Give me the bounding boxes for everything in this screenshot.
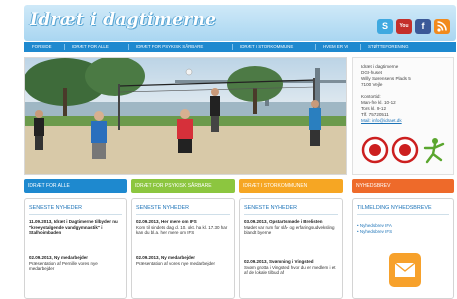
nav-item-forside[interactable]: FORSIDE	[30, 42, 54, 52]
nav-item-storkommune[interactable]: IDRÆT I STORKOMMUNE	[238, 42, 295, 52]
contact-address-line: Willy Sørensens Plads 5	[361, 76, 411, 81]
partner-logos	[361, 136, 445, 164]
section-bar-nyhedsbrev[interactable]: NYHEDSBREV	[352, 179, 454, 193]
skype-icon[interactable]: S	[377, 19, 393, 34]
contact-hours: Tors kl. 9-12	[361, 106, 387, 111]
hero-photo	[24, 57, 347, 175]
news-headline: 03.09.2013, Opstartsmøde i Brelisten	[244, 219, 323, 224]
news-headline: 02.09.2013, Her mere om IFS	[136, 219, 197, 224]
contact-org-name: Idræt i dagtimerne	[361, 64, 399, 69]
nav-item-hvem-er-vi[interactable]: HVEM ER VI	[321, 42, 350, 52]
site-logo[interactable]: Idræt i dagtimerne	[30, 10, 216, 30]
nav-item-idraet-for-alle[interactable]: IDRÆT FOR ALLE	[70, 42, 111, 52]
news-column-title: SENESTE NYHEDER	[136, 205, 190, 211]
contact-phone: Tlf. 75720511	[361, 112, 389, 117]
contact-hours-label: Kontortid:	[361, 94, 381, 99]
nav-item-stoetteforening[interactable]: STØTTEFORENING	[366, 42, 411, 52]
news-headline: 02.09.2013, Ny medarbejder	[29, 255, 89, 260]
facebook-icon[interactable]: f	[415, 19, 431, 34]
news-summary: Kom til sindets dag d. 10. okt. ha kl. 1…	[136, 224, 228, 236]
divider	[357, 214, 449, 215]
nav-divider	[360, 44, 361, 50]
section-bar-psykisk-saarbare[interactable]: IDRÆT FOR PSYKISK SÅRBARE	[131, 179, 235, 193]
site-header: Idræt i dagtimerne S You f	[24, 5, 456, 41]
news-headline: 02.09.2013, Svømning i Vingsted	[244, 259, 314, 264]
envelope-icon[interactable]	[387, 249, 423, 289]
divider	[244, 214, 338, 215]
newsletter-link-ifa[interactable]: • Nyhedsbrev IFA	[357, 223, 392, 228]
contact-hours: Man-fre kl. 10-12	[361, 100, 396, 105]
newsletter-title: TILMELDING NYHEDSBREVE	[357, 205, 432, 211]
contact-email-link[interactable]: Mail: info@idraet.dk	[361, 118, 402, 123]
newsletter-link-list: • Nyhedsbrev IFA • Nyhedsbrev IFS	[357, 223, 449, 234]
newsletter-link-ifs[interactable]: • Nyhedsbrev IFS	[357, 229, 392, 234]
contact-address-line: DGI-huset	[361, 70, 382, 75]
news-item[interactable]: 11.09.2013, Idræt i Dagtimerne tilbyder …	[29, 219, 122, 236]
news-item[interactable]: 02.09.2013, Her mere om IFS Kom til sind…	[136, 219, 230, 236]
contact-box: Idræt i dagtimerne DGI-huset Willy Søren…	[352, 57, 454, 175]
news-column-psykisk-saarbare: SENESTE NYHEDER 02.09.2013, Her mere om …	[131, 198, 235, 299]
news-item[interactable]: 02.09.2013, Svømning i Vingsted Svøm gro…	[244, 259, 338, 276]
news-summary: Præsentation af Pernille vores nye medar…	[29, 260, 98, 272]
news-column-title: SENESTE NYHEDER	[29, 205, 83, 211]
news-summary: Svøm grotta i Vingsted hvor du er medlem…	[244, 264, 336, 276]
section-bar-idraet-for-alle[interactable]: IDRÆT FOR ALLE	[24, 179, 127, 193]
nav-divider	[128, 44, 129, 50]
news-headline: 11.09.2013, Idræt i Dagtimerne tilbyder …	[29, 219, 118, 236]
runner-logo-icon	[423, 138, 445, 164]
news-item[interactable]: 02.09.2013, Ny medarbejder Præsentation …	[136, 255, 230, 266]
news-item[interactable]: 03.09.2013, Opstartsmøde i Brelisten Mød…	[244, 219, 338, 236]
divider	[29, 214, 122, 215]
rss-glyph	[437, 21, 447, 32]
news-column-title: SENESTE NYHEDER	[244, 205, 298, 211]
news-column-storkommunen: SENESTE NYHEDER 03.09.2013, Opstartsmøde…	[239, 198, 343, 299]
news-summary: Præsentation af vores nye medarbejder	[136, 260, 216, 266]
newsletter-column: TILMELDING NYHEDSBREVE • Nyhedsbrev IFA …	[352, 198, 454, 299]
nav-item-psykisk-saarbare[interactable]: IDRÆT FOR PSYKISK SÅRBARE	[134, 42, 205, 52]
main-nav: FORSIDE IDRÆT FOR ALLE IDRÆT FOR PSYKISK…	[24, 42, 456, 52]
nav-divider	[232, 44, 233, 50]
news-headline: 02.09.2013, Ny medarbejder	[136, 255, 196, 260]
beach-volleyball-image	[25, 58, 346, 174]
rss-icon[interactable]	[434, 19, 450, 34]
volleyball	[185, 68, 193, 76]
page: Idræt i dagtimerne S You f FORSIDE IDRÆT…	[0, 0, 457, 299]
section-bar-storkommunen[interactable]: IDRÆT I STORKOMMUNEN	[239, 179, 343, 193]
nav-divider	[315, 44, 316, 50]
divider	[136, 214, 230, 215]
news-summary: Mødet var rum for slå- og erfaringsudvek…	[244, 224, 335, 236]
nav-divider	[64, 44, 65, 50]
news-item[interactable]: 02.09.2013, Ny medarbejder Præsentation …	[29, 255, 122, 272]
youtube-icon[interactable]: You	[396, 19, 412, 34]
news-column-idraet-for-alle: SENESTE NYHEDER 11.09.2013, Idræt i Dagt…	[24, 198, 127, 299]
contact-address-line: 7100 Vejle	[361, 82, 383, 87]
